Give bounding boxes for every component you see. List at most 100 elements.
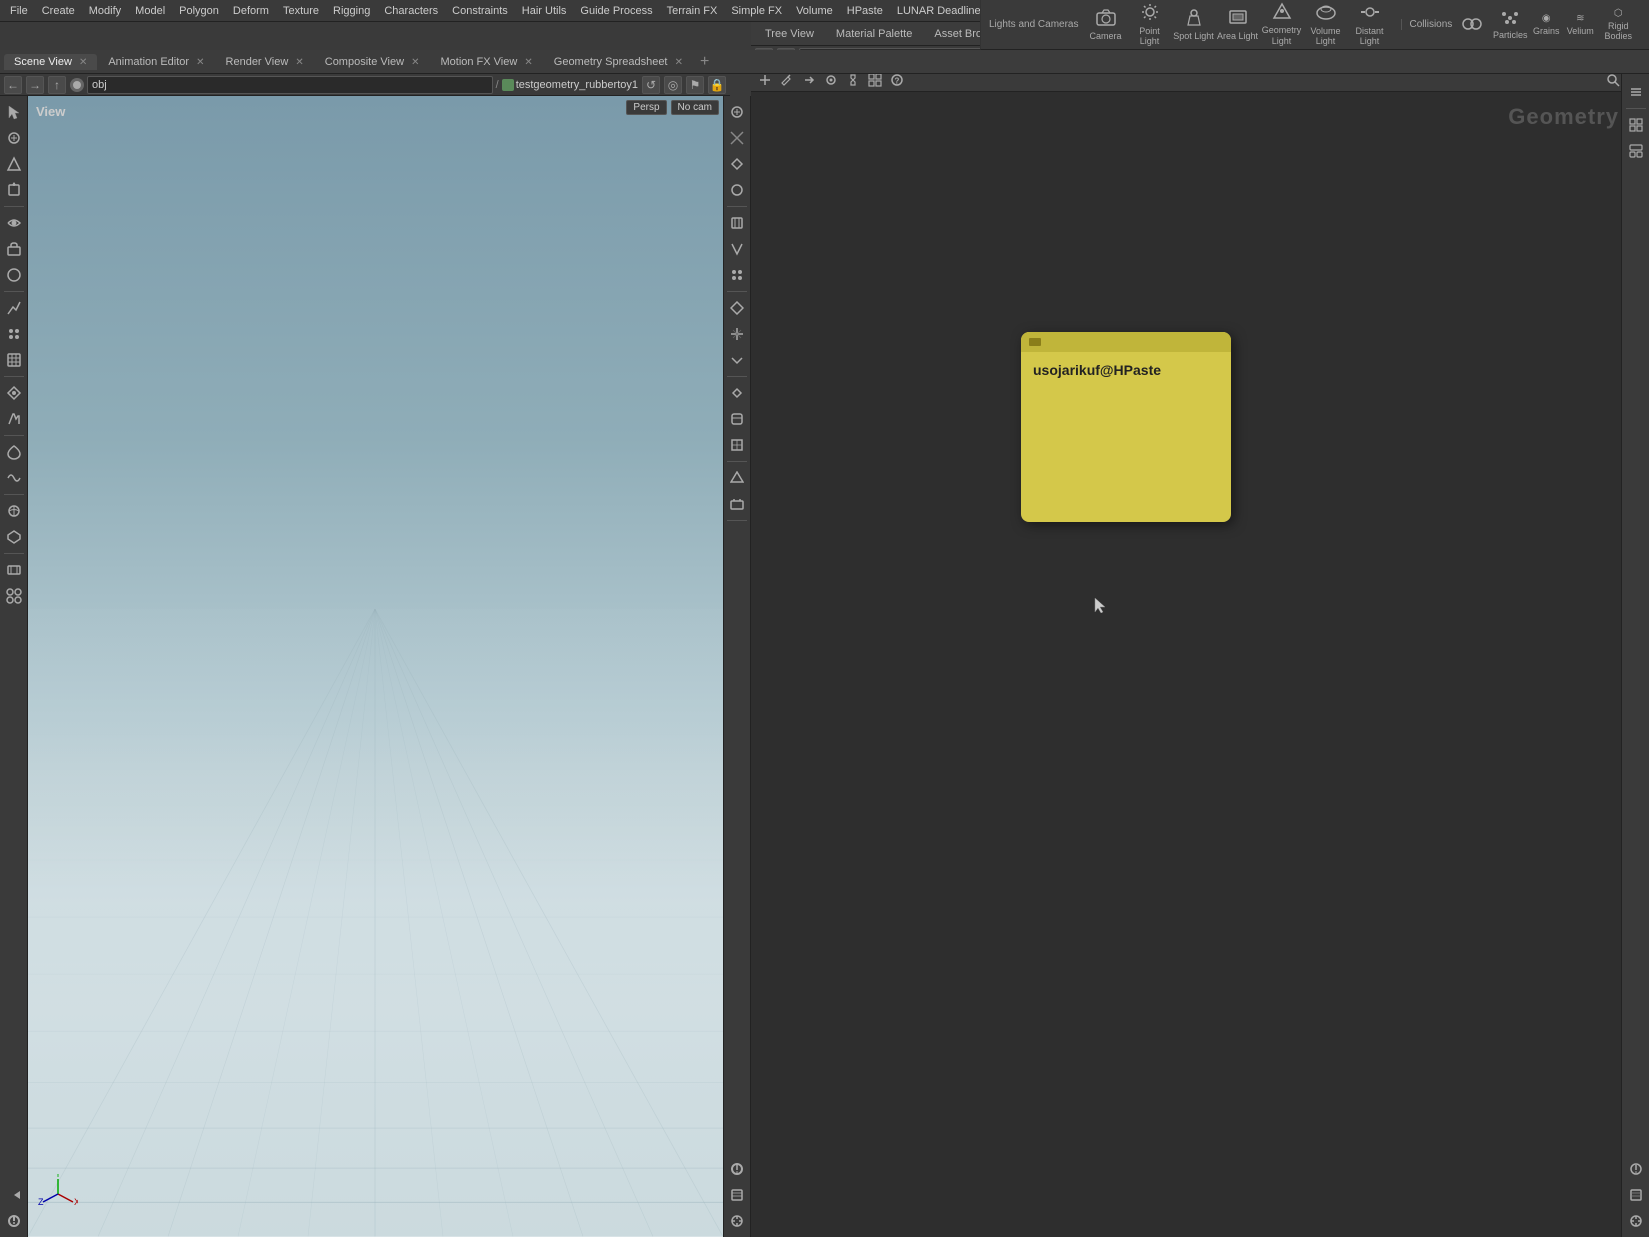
rv-tool-11[interactable]	[725, 381, 749, 405]
menu-hairutils[interactable]: Hair Utils	[516, 3, 573, 19]
rv-tool-9[interactable]	[725, 322, 749, 346]
tab-motionfx[interactable]: Motion FX View ✕	[430, 54, 542, 70]
rv-tool-15[interactable]	[725, 492, 749, 516]
frt-tool-5[interactable]	[1624, 1157, 1648, 1181]
menu-hpaste[interactable]: HPaste	[841, 3, 889, 19]
menu-characters[interactable]: Characters	[378, 3, 444, 19]
rv-tool-3[interactable]	[725, 152, 749, 176]
rv-tool-5[interactable]	[725, 211, 749, 235]
rv-tool-16[interactable]	[725, 1157, 749, 1181]
frt-tool-2[interactable]	[1624, 80, 1648, 104]
tab-animation[interactable]: Animation Editor ✕	[98, 54, 214, 70]
tool-select[interactable]	[2, 100, 26, 124]
rv-tool-14[interactable]	[725, 466, 749, 490]
menu-constraints[interactable]: Constraints	[446, 3, 514, 19]
menu-simplefx[interactable]: Simple FX	[725, 3, 788, 19]
tab-motionfx-close[interactable]: ✕	[524, 57, 532, 68]
menu-model[interactable]: Model	[129, 3, 171, 19]
camera-light-button[interactable]: Camera	[1085, 3, 1127, 47]
rv-tool-12[interactable]	[725, 407, 749, 431]
frt-tool-4[interactable]	[1624, 139, 1648, 163]
path-lock-button[interactable]: 🔒	[708, 76, 726, 94]
frt-tool-compass[interactable]	[1624, 1209, 1648, 1233]
network-view[interactable]: Geometry usojarikuf@HPaste	[751, 92, 1649, 1237]
menu-file[interactable]: File	[4, 3, 34, 19]
tool-17[interactable]	[2, 558, 26, 582]
tool-12[interactable]	[2, 407, 26, 431]
rp-tab-treeview[interactable]: Tree View	[755, 26, 824, 42]
tool-8[interactable]	[2, 296, 26, 320]
tool-15[interactable]	[2, 499, 26, 523]
sticky-minimize-button[interactable]	[1029, 338, 1041, 346]
velium-button[interactable]: ≋ Velium	[1564, 3, 1596, 47]
menu-rigging[interactable]: Rigging	[327, 3, 376, 19]
path-up-button[interactable]: ↑	[48, 76, 66, 94]
frt-tool-3[interactable]	[1624, 113, 1648, 137]
path-focus-button[interactable]: ◎	[664, 76, 682, 94]
rv-tool-7[interactable]	[725, 263, 749, 287]
tool-13[interactable]	[2, 440, 26, 464]
menu-modify[interactable]: Modify	[83, 3, 127, 19]
tab-render-close[interactable]: ✕	[295, 57, 303, 68]
rv-tool-compass[interactable]	[725, 1209, 749, 1233]
collisions-button[interactable]	[1454, 3, 1490, 47]
point-light-button[interactable]: Point Light	[1129, 3, 1171, 47]
tab-composite-close[interactable]: ✕	[411, 57, 419, 68]
path-forward-button[interactable]: →	[26, 76, 44, 94]
rp-tab-material[interactable]: Material Palette	[826, 26, 922, 42]
tab-scene-view[interactable]: Scene View ✕	[4, 54, 97, 70]
path-obj-input[interactable]	[87, 76, 493, 94]
rv-tool-6[interactable]	[725, 237, 749, 261]
rv-tool-2[interactable]	[725, 126, 749, 150]
rigid-bodies-button[interactable]: ⬡ Rigid Bodies	[1598, 3, 1638, 47]
tool-14[interactable]	[2, 466, 26, 490]
viewport[interactable]: View	[28, 96, 723, 1237]
rv-tool-13[interactable]	[725, 433, 749, 457]
tool-11[interactable]	[2, 381, 26, 405]
tool-2[interactable]	[2, 126, 26, 150]
tab-geometry[interactable]: Geometry Spreadsheet ✕	[544, 54, 693, 70]
particles-button[interactable]: Particles	[1492, 3, 1528, 47]
tool-bottom-2[interactable]	[2, 1209, 26, 1233]
tab-add-button[interactable]: +	[694, 53, 715, 71]
tab-render[interactable]: Render View ✕	[216, 54, 314, 70]
menu-lunar[interactable]: LUNAR Deadline	[891, 3, 987, 19]
tool-3[interactable]	[2, 152, 26, 176]
rv-tool-8[interactable]	[725, 296, 749, 320]
grains-button[interactable]: ◉ Grains	[1530, 3, 1562, 47]
menu-deform[interactable]: Deform	[227, 3, 275, 19]
spot-light-button[interactable]: Spot Light	[1173, 3, 1215, 47]
sticky-note[interactable]: usojarikuf@HPaste	[1021, 332, 1231, 522]
distant-light-button[interactable]: DistantLight	[1349, 3, 1391, 47]
tool-16[interactable]	[2, 525, 26, 549]
rv-tool-17[interactable]	[725, 1183, 749, 1207]
rv-tool-1[interactable]	[725, 100, 749, 124]
menu-terrainfx[interactable]: Terrain FX	[661, 3, 724, 19]
geometry-light-button[interactable]: GeometryLight	[1261, 3, 1303, 47]
rv-tool-10[interactable]	[725, 348, 749, 372]
tab-scene-close[interactable]: ✕	[79, 57, 87, 68]
tool-7[interactable]	[2, 263, 26, 287]
tab-geometry-close[interactable]: ✕	[675, 57, 683, 68]
menu-create[interactable]: Create	[36, 3, 81, 19]
rv-tool-4[interactable]	[725, 178, 749, 202]
tool-transform[interactable]	[2, 178, 26, 202]
path-reload-button[interactable]: ↺	[642, 76, 660, 94]
tool-10[interactable]	[2, 348, 26, 372]
tab-animation-close[interactable]: ✕	[196, 57, 204, 68]
menu-polygon[interactable]: Polygon	[173, 3, 225, 19]
tool-bottom-1[interactable]	[2, 1183, 26, 1207]
persp-dropdown[interactable]: Persp	[626, 100, 666, 115]
tool-18[interactable]	[2, 584, 26, 608]
volume-light-button[interactable]: Volume Light	[1305, 3, 1347, 47]
menu-texture[interactable]: Texture	[277, 3, 325, 19]
tool-6[interactable]	[2, 237, 26, 261]
menu-guide[interactable]: Guide Process	[574, 3, 658, 19]
tab-composite[interactable]: Composite View ✕	[315, 54, 430, 70]
tool-5[interactable]	[2, 211, 26, 235]
frt-tool-6[interactable]	[1624, 1183, 1648, 1207]
path-back-button[interactable]: ←	[4, 76, 22, 94]
tool-9[interactable]	[2, 322, 26, 346]
menu-volume[interactable]: Volume	[790, 3, 839, 19]
path-search-button[interactable]: ⚑	[686, 76, 704, 94]
